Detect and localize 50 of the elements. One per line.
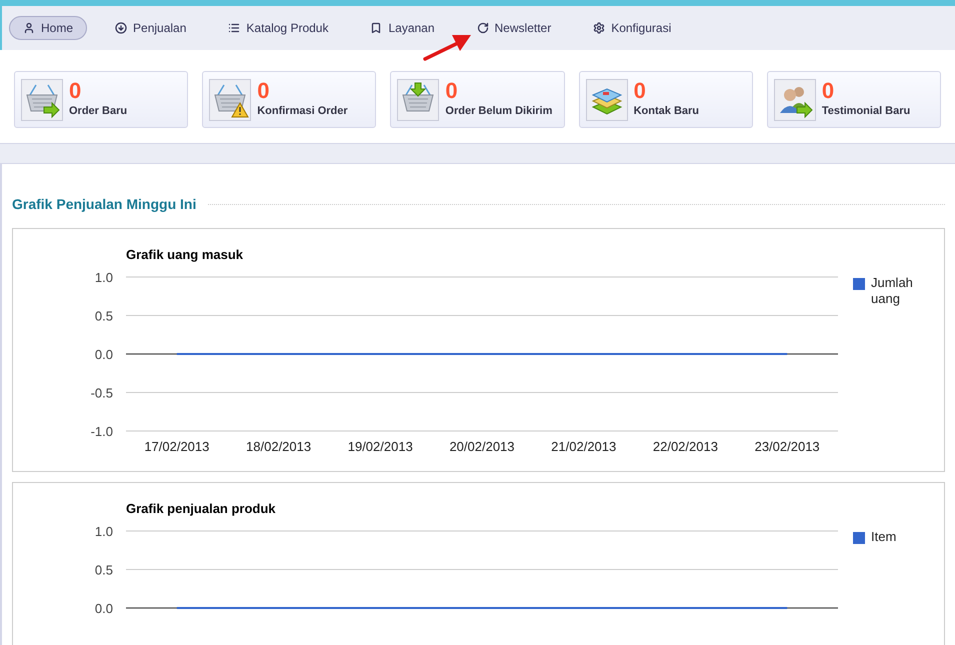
bookmark-icon — [370, 22, 382, 34]
user-icon — [23, 22, 35, 34]
stat-card[interactable]: 0 Testimonial Baru — [766, 71, 942, 128]
y-tick-label: 0.5 — [94, 308, 113, 324]
x-tick-label: 21/02/2013 — [551, 439, 616, 454]
y-tick-label: 1.0 — [94, 524, 113, 539]
nav-tab[interactable]: Newsletter — [462, 16, 566, 40]
stacked-maps-icon — [586, 78, 628, 120]
basket-download-icon — [397, 78, 440, 120]
download-circle-icon — [115, 22, 128, 34]
nav-tab[interactable]: Layanan — [356, 16, 449, 40]
stat-count: 0 — [634, 79, 647, 104]
y-tick-label: 0.0 — [94, 347, 113, 362]
stat-label: Testimonial Baru — [822, 104, 910, 120]
section-title: Grafik Penjualan Minggu Ini — [12, 195, 196, 214]
legend-label: Item — [871, 529, 898, 545]
x-tick-label: 18/02/2013 — [246, 439, 312, 454]
x-tick-label: 22/02/2013 — [652, 439, 718, 454]
y-tick-label: 1.0 — [94, 270, 113, 285]
stat-count: 0 — [69, 79, 82, 104]
x-tick-label: 23/02/2013 — [754, 439, 820, 454]
chart-title: Grafik penjualan produk — [126, 501, 276, 516]
x-tick-label: 20/02/2013 — [449, 439, 515, 454]
list-icon — [228, 22, 240, 34]
stat-label: Kontak Baru — [634, 104, 700, 120]
x-tick-label: 19/02/2013 — [348, 439, 413, 454]
stat-count: 0 — [822, 79, 836, 104]
stat-label: Order Belum Dikirim — [445, 104, 552, 120]
stat-count: 0 — [257, 79, 270, 104]
stat-card[interactable]: 0 Kontak Baru — [578, 71, 753, 128]
y-tick-label: -1.0 — [90, 424, 113, 439]
y-tick-label: -0.5 — [90, 386, 113, 400]
nav-tab[interactable]: Katalog Produk — [214, 16, 342, 40]
stat-card[interactable]: 0 Order Baru — [14, 71, 188, 128]
stat-count: 0 — [445, 79, 459, 104]
nav-tab[interactable]: Home — [9, 16, 88, 40]
nav-tab[interactable]: Penjualan — [101, 16, 200, 40]
nav-tab[interactable]: Konfigurasi — [579, 16, 686, 40]
stat-label: Konfirmasi Order — [257, 104, 348, 120]
stat-card[interactable]: 0 Order Belum Dikirim — [390, 71, 565, 128]
y-tick-label: 0.5 — [94, 562, 113, 578]
legend-label: Jumlah uang — [871, 275, 914, 307]
y-tick-label: 0.0 — [94, 601, 113, 616]
basket-warning-icon — [209, 78, 252, 120]
settings-icon — [593, 22, 606, 34]
stat-label: Order Baru — [69, 104, 128, 120]
redo-icon — [476, 22, 489, 34]
x-tick-label: 17/02/2013 — [144, 439, 210, 454]
chart-title: Grafik uang masuk — [126, 247, 244, 262]
stat-card[interactable]: 0 Konfirmasi Order — [202, 71, 376, 128]
